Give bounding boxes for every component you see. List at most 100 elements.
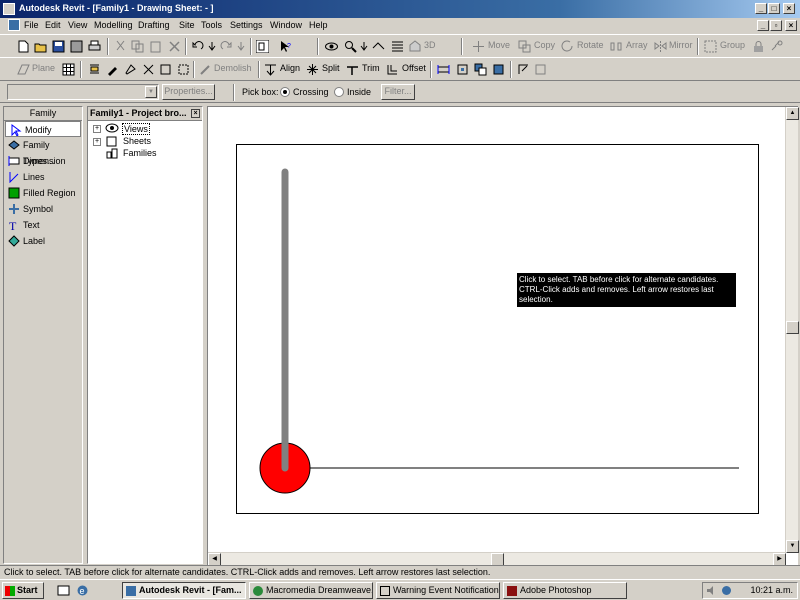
cut-icon[interactable]	[114, 40, 127, 53]
expand-views-icon[interactable]: +	[93, 125, 101, 133]
rotate-button[interactable]: Rotate	[577, 40, 604, 50]
menu-edit[interactable]: Edit	[45, 20, 61, 30]
vertical-scrollbar[interactable]: ▲ ▼	[785, 107, 799, 553]
doc-minimize-button[interactable]: _	[757, 20, 769, 31]
task-revit[interactable]: Autodesk Revit - [Fam...	[122, 582, 246, 599]
document-icon[interactable]	[8, 19, 20, 31]
grid-icon[interactable]	[62, 63, 75, 76]
offset-icon[interactable]	[386, 63, 399, 76]
family-item-symbol[interactable]: Symbol	[4, 201, 82, 217]
zoom-icon[interactable]	[344, 40, 357, 53]
delete-icon[interactable]	[168, 40, 181, 53]
view-3d-label[interactable]: 3D	[424, 40, 436, 50]
dimension-tool-icon[interactable]	[437, 63, 450, 76]
inside-radio[interactable]	[334, 87, 344, 97]
speaker-icon[interactable]	[706, 585, 717, 596]
match-icon[interactable]	[88, 63, 101, 76]
group-icon[interactable]	[704, 40, 717, 53]
undo-list-icon[interactable]	[206, 40, 219, 53]
properties-button[interactable]: Properties...	[162, 84, 215, 100]
menu-drafting[interactable]: Drafting	[138, 20, 170, 30]
paste-icon[interactable]	[149, 40, 162, 53]
trim-icon[interactable]	[346, 63, 359, 76]
reference-icon[interactable]	[492, 63, 505, 76]
revit-app-icon[interactable]	[3, 3, 15, 15]
group-button[interactable]: Group	[720, 40, 745, 50]
mirror-icon[interactable]	[654, 40, 667, 53]
redo-icon[interactable]	[220, 40, 233, 53]
mirror-button[interactable]: Mirror	[669, 40, 693, 50]
type-selector[interactable]: ▼	[7, 84, 159, 100]
visibility-icon[interactable]	[325, 40, 338, 53]
demolish-button[interactable]: Demolish	[214, 63, 252, 73]
menu-window[interactable]: Window	[270, 20, 302, 30]
workplane-icon[interactable]	[517, 63, 530, 76]
copy-button[interactable]: Copy	[534, 40, 555, 50]
redo-list-icon[interactable]	[235, 40, 248, 53]
save-all-icon[interactable]	[70, 40, 83, 53]
save-icon[interactable]	[52, 40, 65, 53]
close-icon[interactable]: ×	[191, 109, 200, 118]
show-workplane-icon[interactable]	[534, 63, 547, 76]
array-button[interactable]: Array	[626, 40, 648, 50]
menu-site[interactable]: Site	[179, 20, 195, 30]
menu-view[interactable]: View	[68, 20, 87, 30]
split-face-icon[interactable]	[142, 63, 155, 76]
open-icon[interactable]	[34, 40, 47, 53]
family-item-family-types[interactable]: Family Types...	[4, 137, 82, 166]
new-icon[interactable]	[17, 40, 30, 53]
internet-explorer-icon[interactable]: e	[76, 584, 89, 597]
expand-sheets-icon[interactable]: +	[93, 138, 101, 146]
eyedropper-icon[interactable]	[106, 63, 119, 76]
filter-button[interactable]: Filter...	[381, 84, 415, 100]
link-icon[interactable]	[770, 40, 783, 53]
view-3d-icon[interactable]	[408, 40, 421, 53]
offset-button[interactable]: Offset	[402, 63, 426, 73]
plane-icon[interactable]	[17, 63, 30, 76]
vertical-scroll-thumb[interactable]	[786, 321, 799, 334]
drawing-view[interactable]: Click to select. TAB before click for al…	[207, 106, 799, 566]
align-button[interactable]: Align	[280, 63, 300, 73]
move-icon[interactable]	[472, 40, 485, 53]
constraint-icon[interactable]	[456, 63, 469, 76]
scroll-up-icon[interactable]: ▲	[786, 107, 799, 120]
dynamic-view-icon[interactable]	[372, 40, 385, 53]
task-photoshop[interactable]: Adobe Photoshop	[503, 582, 627, 599]
tree-item-families[interactable]: Families	[123, 148, 157, 158]
task-warning[interactable]: Warning Event Notification	[376, 582, 500, 599]
menu-file[interactable]: File	[24, 20, 39, 30]
chevron-down-icon[interactable]: ▼	[145, 86, 157, 98]
copy-clipboard-icon[interactable]	[131, 40, 144, 53]
close-button[interactable]: ×	[783, 3, 795, 14]
horizontal-scrollbar[interactable]: ◀ ▶	[208, 552, 786, 566]
menu-help[interactable]: Help	[309, 20, 328, 30]
print-icon[interactable]	[88, 40, 101, 53]
start-button[interactable]: Start	[2, 582, 44, 599]
maximize-button[interactable]: □	[768, 3, 780, 14]
align-icon[interactable]	[264, 63, 277, 76]
menu-tools[interactable]: Tools	[201, 20, 222, 30]
plane-button[interactable]: Plane	[32, 63, 55, 73]
menu-modelling[interactable]: Modelling	[94, 20, 133, 30]
trim-button[interactable]: Trim	[362, 63, 380, 73]
tree-item-sheets[interactable]: Sheets	[123, 136, 151, 146]
family-item-label-tool[interactable]: Label	[4, 233, 82, 249]
doc-restore-button[interactable]: ▫	[770, 20, 782, 31]
demolish-icon[interactable]	[199, 63, 212, 76]
array-icon[interactable]	[610, 40, 623, 53]
family-item-dimension[interactable]: Dimension	[4, 153, 82, 169]
move-button[interactable]: Move	[488, 40, 510, 50]
help-pointer-icon[interactable]: ?	[279, 40, 292, 53]
lock-icon[interactable]	[752, 40, 765, 53]
zoom-dropdown-icon[interactable]	[358, 40, 371, 53]
family-item-filled-region[interactable]: Filled Region	[4, 185, 82, 201]
unjoin-icon[interactable]	[177, 63, 190, 76]
network-icon[interactable]	[721, 585, 732, 596]
family-item-lines[interactable]: Lines	[4, 169, 82, 185]
join-icon[interactable]	[159, 63, 172, 76]
family-item-text[interactable]: T Text	[4, 217, 82, 233]
show-desktop-icon[interactable]	[57, 584, 70, 597]
copy-element-icon[interactable]	[518, 40, 531, 53]
host-icon[interactable]	[474, 63, 487, 76]
split-icon[interactable]	[306, 63, 319, 76]
